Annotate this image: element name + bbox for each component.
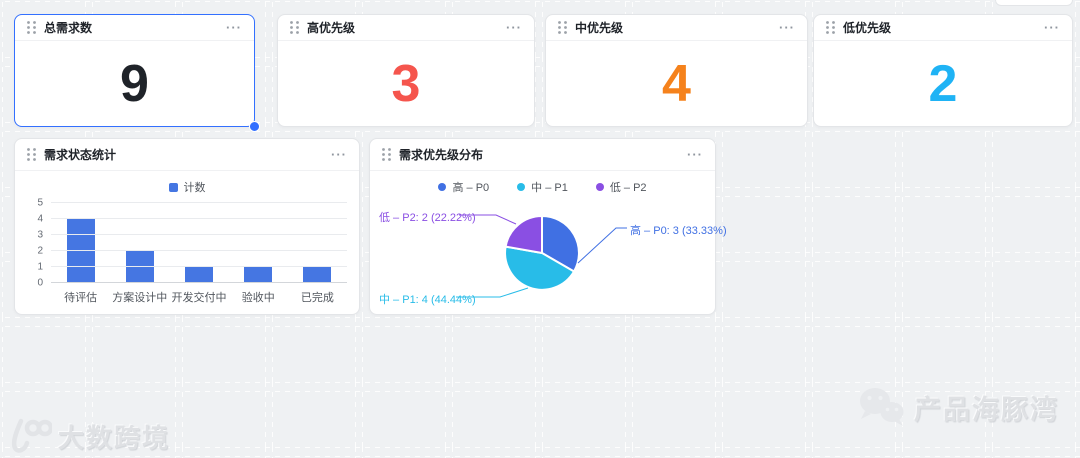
pie-chart-card[interactable]: 需求优先级分布 ··· 高 – P0 中 – P1 低 – P2 低 – P2:…	[369, 138, 727, 315]
more-menu-button[interactable]: ···	[226, 21, 242, 34]
drag-handle-icon[interactable]	[27, 21, 36, 34]
partial-card-above	[995, 0, 1073, 6]
kpi-card-total-requirements[interactable]: 总需求数 ··· 9	[14, 14, 260, 132]
gridline	[51, 282, 347, 283]
x-axis-label: 已完成	[300, 292, 334, 304]
watermark-text: 产品海豚湾	[914, 394, 1059, 425]
x-axis-label: 验收中	[241, 292, 275, 304]
gridline	[51, 202, 347, 203]
card-title: 低优先级	[843, 21, 892, 35]
dashu-logo-icon	[11, 418, 52, 453]
y-axis: 0 1 2 3 4 5	[21, 198, 45, 289]
kpi-value: 2	[928, 54, 958, 113]
kpi-value: 3	[391, 54, 421, 113]
bar-开发交付中[interactable]	[185, 267, 213, 283]
y-axis-tick: 2	[37, 245, 43, 257]
card-header: 需求优先级分布 ···	[370, 139, 715, 171]
kpi-value: 9	[120, 54, 149, 113]
card-header: 高优先级 ···	[278, 15, 534, 41]
watermark-dolphin-bay: 产品海豚湾	[856, 386, 1059, 428]
legend-label: 计数	[183, 182, 206, 194]
pie-label-high: 高 – P0: 3 (33.33%)	[630, 225, 727, 237]
bar-验收中[interactable]	[244, 267, 273, 283]
gridline	[51, 234, 347, 235]
bar-chart-legend[interactable]: 计数	[15, 179, 359, 195]
gridline	[51, 218, 347, 219]
x-axis: 待评估 方案设计中 开发交付中 验收中 已完成	[51, 289, 347, 305]
pie-chart: 高 – P0 中 – P1 低 – P2 低 – P2: 2 (22.22%) …	[370, 171, 727, 314]
more-menu-button[interactable]: ···	[1044, 21, 1060, 34]
kpi-value: 4	[662, 54, 691, 113]
drag-handle-icon[interactable]	[290, 21, 299, 34]
drag-handle-icon[interactable]	[826, 21, 835, 34]
y-axis-tick: 0	[37, 277, 43, 289]
gridline	[51, 250, 347, 251]
wechat-icon	[860, 388, 904, 426]
x-axis-label: 开发交付中	[171, 292, 227, 304]
bar-chart: 计数 0 1 2 3 4 5 待评估 方案设计中 开发交付中 验收中 已完成	[15, 171, 359, 314]
card-title: 中优先级	[575, 21, 624, 35]
y-axis-tick: 1	[37, 261, 43, 273]
y-axis-tick: 5	[37, 197, 43, 209]
drag-handle-icon[interactable]	[27, 148, 36, 161]
watermark-dashu: 大数跨境	[6, 416, 170, 456]
gridline	[51, 266, 347, 267]
more-menu-button[interactable]: ···	[506, 21, 522, 34]
x-axis-label: 待评估	[64, 292, 98, 304]
drag-handle-icon[interactable]	[558, 21, 567, 34]
card-header: 需求状态统计 ···	[15, 139, 359, 171]
card-header: 低优先级 ···	[814, 15, 1072, 41]
y-axis-tick: 4	[37, 213, 43, 225]
watermark-text: 大数跨境	[58, 422, 171, 453]
bar-待评估[interactable]	[66, 219, 95, 283]
more-menu-button[interactable]: ···	[687, 148, 703, 161]
bar-已完成[interactable]	[303, 267, 332, 283]
card-title: 需求优先级分布	[399, 148, 484, 162]
card-title: 高优先级	[307, 21, 356, 35]
more-menu-button[interactable]: ···	[779, 21, 795, 34]
kpi-card-high-priority[interactable]: 高优先级 ··· 3	[277, 14, 535, 127]
card-title: 总需求数	[44, 21, 93, 35]
kpi-card-low-priority[interactable]: 低优先级 ··· 2	[813, 14, 1073, 127]
resize-handle[interactable]	[249, 121, 260, 132]
bar-方案设计中[interactable]	[125, 251, 154, 283]
y-axis-tick: 3	[37, 229, 43, 241]
pie-label-low: 低 – P2: 2 (22.22%)	[379, 212, 476, 224]
leader-line-high	[577, 227, 627, 264]
card-header: 总需求数 ···	[15, 15, 254, 41]
legend-swatch	[168, 182, 178, 192]
x-axis-label: 方案设计中	[112, 292, 168, 304]
bar-plot-area	[51, 202, 347, 283]
card-title: 需求状态统计	[44, 148, 117, 162]
card-header: 中优先级 ···	[546, 15, 807, 41]
drag-handle-icon[interactable]	[382, 148, 391, 161]
pie-label-medium: 中 – P1: 4 (44.44%)	[379, 294, 476, 306]
more-menu-button[interactable]: ···	[331, 148, 347, 161]
kpi-card-medium-priority[interactable]: 中优先级 ··· 4	[545, 14, 808, 127]
bar-chart-card[interactable]: 需求状态统计 ··· 计数 0 1 2 3 4 5 待评估 方案设计中 开发交付中 验收中 已完成	[14, 138, 360, 315]
